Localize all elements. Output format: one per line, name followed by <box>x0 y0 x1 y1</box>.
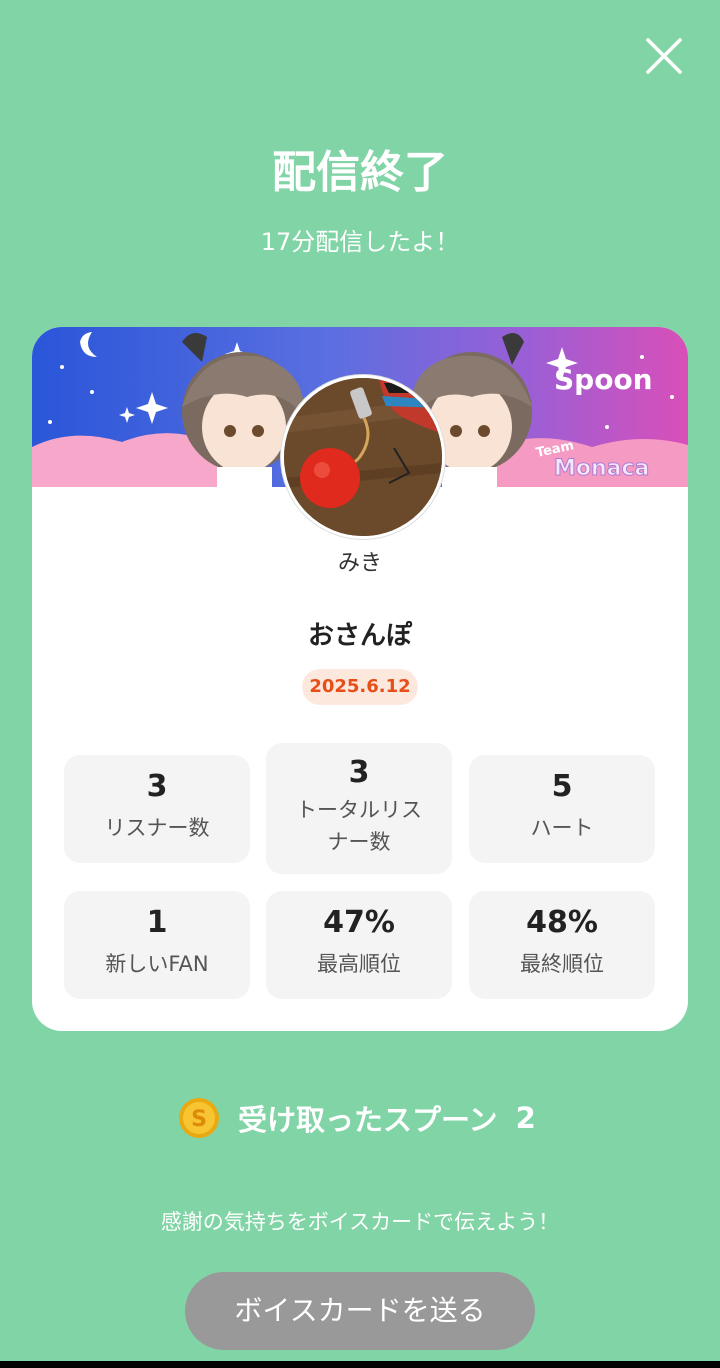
stat-listeners: 3 リスナー数 <box>64 755 250 863</box>
stat-label: トータルリスナー数 <box>296 798 422 854</box>
stat-total-listeners: 3 トータルリスナー数 <box>266 743 452 874</box>
broadcast-summary-card: Spoon Team Monaca みき おさんぽ 2025.6.12 3 リス… <box>32 327 688 1031</box>
stat-label: 最高順位 <box>317 952 401 976</box>
send-voice-card-button[interactable]: ボイスカードを送る <box>185 1272 535 1350</box>
stat-label: 最終順位 <box>520 952 604 976</box>
date-badge: 2025.6.12 <box>302 669 418 705</box>
stat-value: 5 <box>551 769 573 804</box>
stat-final-rank: 48% 最終順位 <box>469 891 655 999</box>
stat-label: ハート <box>530 816 594 840</box>
avatar-image <box>284 378 442 536</box>
stream-title: おさんぽ <box>307 621 412 651</box>
stat-value: 3 <box>146 769 168 804</box>
stat-value: 1 <box>146 905 168 940</box>
close-button[interactable] <box>644 36 684 76</box>
spoons-label: 受け取ったスプーン <box>238 1103 498 1137</box>
username: みき <box>337 551 382 576</box>
banner-team-name: Monaca <box>554 456 649 481</box>
stat-highest-rank: 47% 最高順位 <box>266 891 452 999</box>
stat-value: 3 <box>348 755 370 790</box>
banner-brand-logo: Spoon <box>554 363 653 396</box>
page-title: 配信終了 <box>272 147 448 198</box>
thanks-message: 感謝の気持ちをボイスカードで伝えよう！ <box>160 1210 560 1234</box>
stat-label: リスナー数 <box>104 816 210 840</box>
spoon-coin-icon: S <box>179 1098 219 1138</box>
stat-new-fans: 1 新しいFAN <box>64 891 250 999</box>
stat-label: 新しいFAN <box>105 952 209 976</box>
svg-text:S: S <box>191 1107 207 1132</box>
stat-value: 48% <box>526 905 598 940</box>
bottom-bar <box>0 1361 720 1368</box>
duration-subtitle: 17分配信したよ！ <box>260 228 460 256</box>
received-spoons: S 受け取ったスプーン 2 <box>178 1096 536 1140</box>
stat-value: 47% <box>323 905 395 940</box>
stat-hearts: 5 ハート <box>469 755 655 863</box>
avatar[interactable] <box>281 375 445 539</box>
close-icon <box>646 38 682 74</box>
spoons-count: 2 <box>515 1101 536 1135</box>
